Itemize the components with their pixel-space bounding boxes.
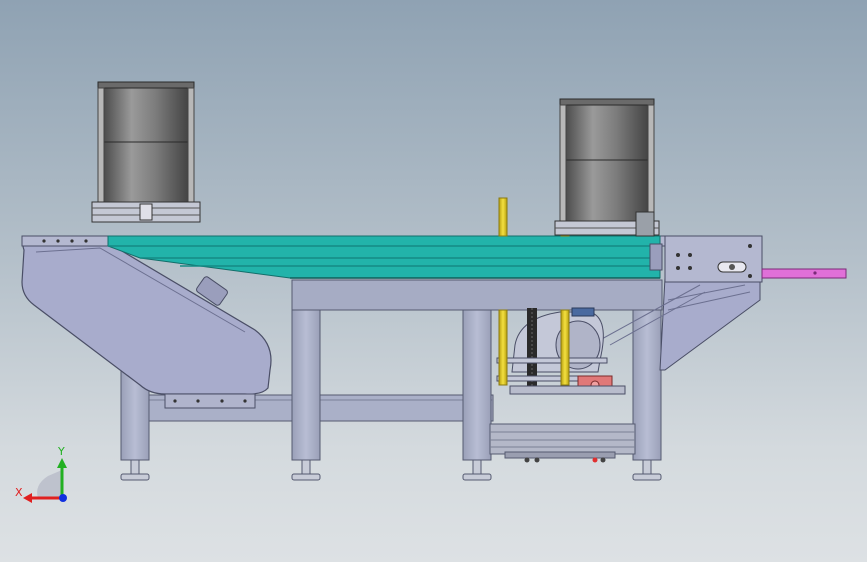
guard-bottom-plate	[164, 393, 256, 409]
cad-viewport[interactable]: Y X	[0, 0, 867, 562]
x-axis-arrow-icon	[23, 493, 32, 503]
axis-triad: Y X	[15, 445, 67, 503]
x-axis-label: X	[15, 486, 23, 499]
drum-left	[91, 81, 201, 223]
guide-post-3	[498, 309, 508, 386]
y-axis-arrow-icon	[57, 458, 67, 468]
drum-right	[554, 98, 660, 237]
guide-post-4	[560, 309, 570, 386]
leveling-feet	[120, 459, 662, 481]
cross-bar-top	[291, 279, 663, 311]
push-rod	[761, 268, 847, 279]
y-axis-label: Y	[57, 445, 65, 458]
machine-drawing: Y X	[15, 81, 847, 503]
guide-post-1	[498, 197, 508, 237]
motor-base-plate	[489, 423, 636, 455]
z-axis-dot-icon	[59, 494, 67, 502]
